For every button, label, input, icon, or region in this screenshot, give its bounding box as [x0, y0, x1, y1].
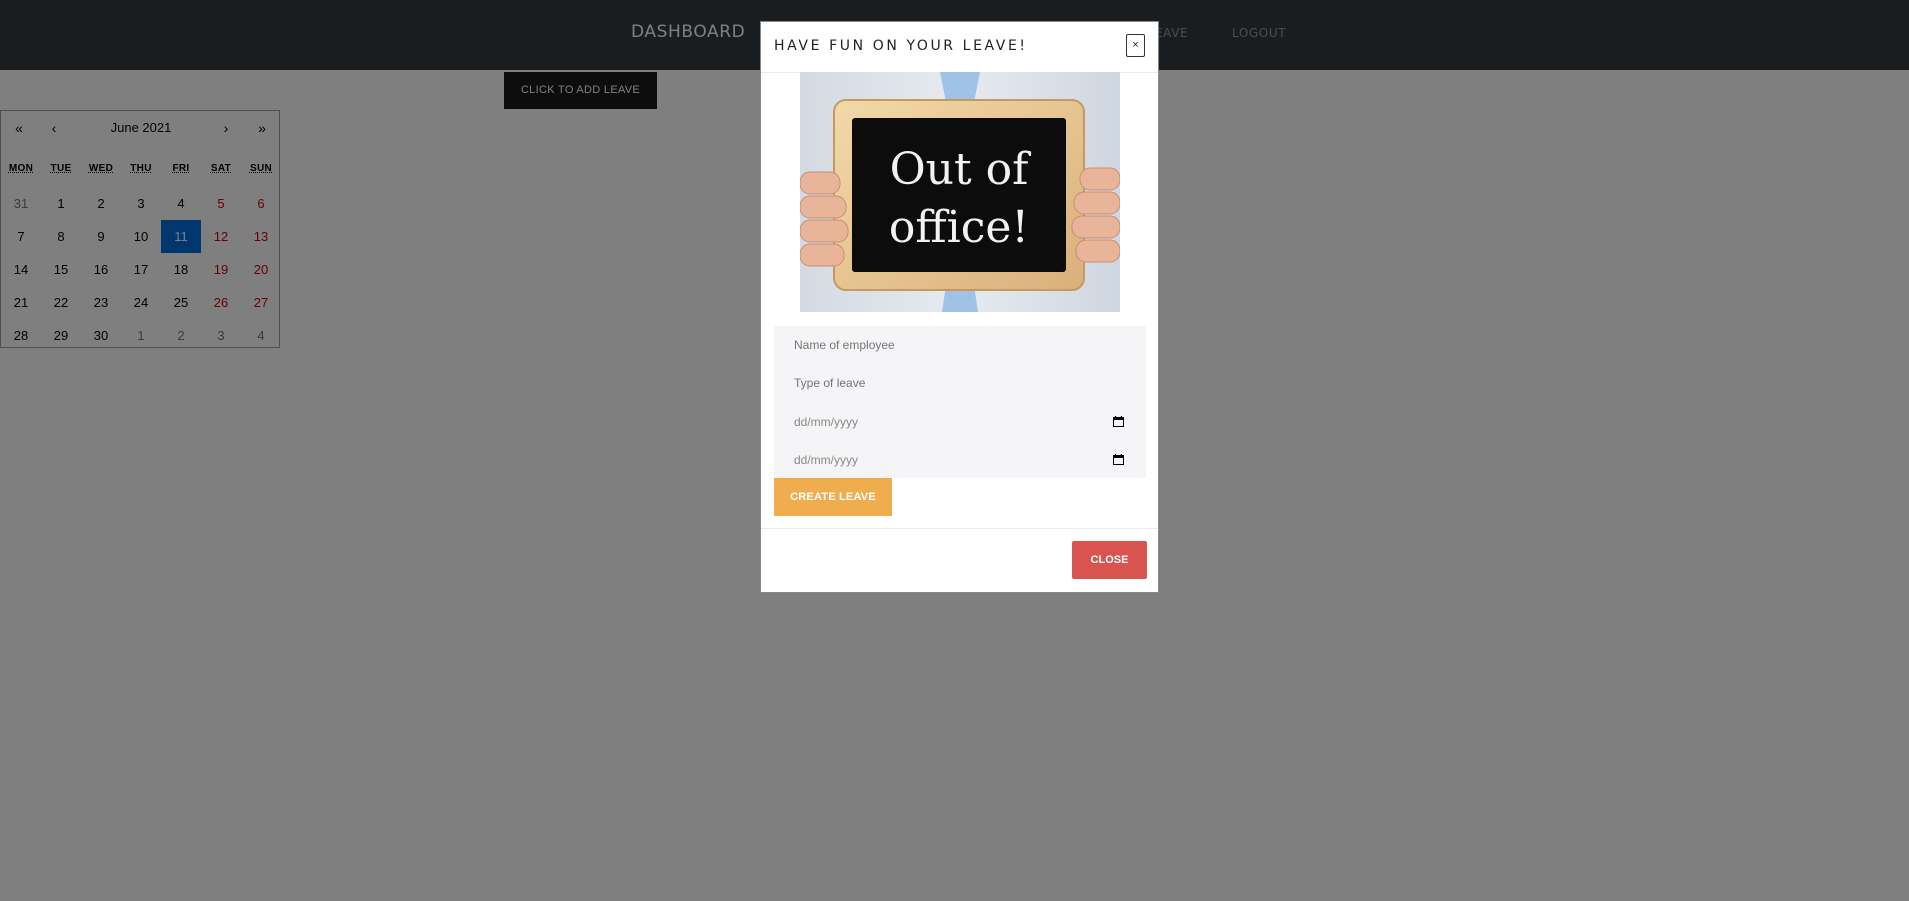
end-date-placeholder: dd/mm/yyyy — [794, 453, 859, 467]
close-icon[interactable]: × — [1126, 34, 1145, 57]
start-date-input[interactable]: dd/mm/yyyy — [774, 403, 1146, 441]
calendar-icon[interactable] — [1113, 416, 1124, 427]
start-date-placeholder: dd/mm/yyyy — [794, 415, 859, 429]
close-button[interactable]: CLOSE — [1072, 541, 1147, 579]
create-leave-button[interactable]: CREATE LEAVE — [774, 478, 892, 516]
leave-type-input[interactable] — [774, 364, 1146, 402]
calendar-icon[interactable] — [1113, 454, 1124, 465]
modal-footer: CLOSE — [761, 528, 1158, 593]
sign-line-1: Out of — [890, 144, 1032, 195]
leave-modal: HAVE FUN ON YOUR LEAVE! × Out of office!… — [760, 21, 1159, 593]
modal-title: HAVE FUN ON YOUR LEAVE! — [774, 38, 1028, 54]
out-of-office-illustration: Out of office! — [800, 72, 1120, 312]
leave-form: dd/mm/yyyy dd/mm/yyyy CREATE LEAVE — [774, 326, 1146, 516]
sign-line-2: office! — [889, 202, 1029, 253]
employee-name-input[interactable] — [774, 326, 1146, 364]
form-fields: dd/mm/yyyy dd/mm/yyyy — [774, 326, 1146, 478]
out-of-office-image: Out of office! — [800, 72, 1120, 312]
modal-header: HAVE FUN ON YOUR LEAVE! × — [761, 22, 1158, 73]
end-date-input[interactable]: dd/mm/yyyy — [774, 441, 1146, 479]
